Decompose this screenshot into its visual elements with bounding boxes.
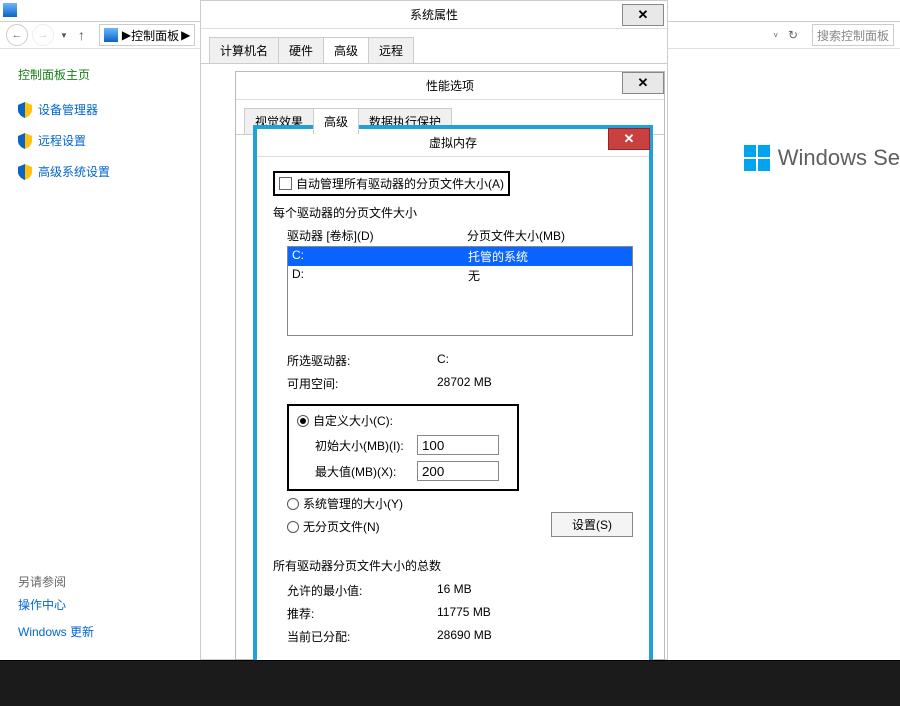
radio-custom-size[interactable]: 自定义大小(C): [297, 412, 509, 429]
checkbox-icon[interactable] [279, 177, 292, 190]
col-drive-label: 驱动器 [卷标](D) [287, 227, 467, 244]
system-managed-label: 系统管理的大小(Y) [303, 495, 403, 512]
drive-name: C: [292, 248, 468, 265]
window-icon [3, 3, 17, 17]
sidebar-item-label: 高级系统设置 [38, 163, 110, 180]
radio-icon[interactable] [287, 521, 299, 533]
up-button[interactable]: ↑ [74, 27, 89, 43]
control-panel-icon [104, 28, 118, 42]
dialog-title: 系统属性 [410, 6, 458, 23]
custom-size-label: 自定义大小(C): [313, 412, 393, 429]
breadcrumb-text: 控制面板 [131, 27, 179, 44]
auto-manage-label: 自动管理所有驱动器的分页文件大小(A) [296, 175, 504, 192]
tab-hardware[interactable]: 硬件 [278, 37, 324, 63]
address-dropdown-icon[interactable]: ˅ [771, 31, 780, 40]
custom-size-group: 自定义大小(C): 初始大小(MB)(I): 最大值(MB)(X): [287, 404, 519, 491]
drive-size: 托管的系统 [468, 248, 528, 265]
breadcrumb-arrow-icon: ▶ [181, 28, 190, 42]
dialog-titlebar: 系统属性 ✕ [201, 1, 667, 29]
dialog-title: 性能选项 [426, 77, 474, 94]
sidebar-item-windows-update[interactable]: Windows 更新 [18, 623, 94, 640]
radio-icon[interactable] [287, 498, 299, 510]
radio-no-paging[interactable]: 无分页文件(N) [287, 518, 551, 535]
no-paging-label: 无分页文件(N) [303, 518, 380, 535]
initial-size-input[interactable] [417, 435, 499, 455]
windows-branding: Windows Se [744, 145, 900, 171]
sidebar-title: 控制面板主页 [18, 66, 182, 83]
selected-drive-value: C: [437, 352, 449, 369]
breadcrumb[interactable]: ▶ 控制面板 ▶ [99, 24, 195, 46]
sidebar-item-label: 设备管理器 [38, 101, 98, 118]
max-size-label: 最大值(MB)(X): [297, 463, 417, 480]
sidebar-item-device-manager[interactable]: 设备管理器 [18, 101, 182, 118]
shield-icon [18, 102, 32, 118]
min-allowed-value: 16 MB [437, 582, 472, 599]
shield-icon [18, 164, 32, 180]
each-drive-group-label: 每个驱动器的分页文件大小 [273, 204, 633, 221]
search-input[interactable]: 搜索控制面板 [812, 24, 894, 46]
drive-list[interactable]: C: 托管的系统 D: 无 [287, 246, 633, 336]
drive-row[interactable]: C: 托管的系统 [288, 247, 632, 266]
sidebar-item-action-center[interactable]: 操作中心 [18, 596, 94, 613]
drive-size: 无 [468, 267, 480, 284]
close-button[interactable]: ✕ [608, 128, 650, 150]
available-space-label: 可用空间: [287, 375, 437, 392]
taskbar[interactable] [0, 660, 900, 706]
forward-button[interactable]: → [32, 24, 54, 46]
sidebar-item-remote-settings[interactable]: 远程设置 [18, 132, 182, 149]
virtual-memory-dialog: 虚拟内存 ✕ 自动管理所有驱动器的分页文件大小(A) 每个驱动器的分页文件大小 … [253, 125, 653, 706]
drive-name: D: [292, 267, 468, 284]
currently-allocated-value: 28690 MB [437, 628, 492, 645]
col-size-label: 分页文件大小(MB) [467, 227, 565, 244]
close-button[interactable]: ✕ [622, 72, 664, 94]
back-button[interactable]: ← [6, 24, 28, 46]
history-dropdown-icon[interactable]: ▼ [58, 31, 70, 40]
totals-group: 所有驱动器分页文件大小的总数 允许的最小值:16 MB 推荐:11775 MB … [273, 557, 633, 645]
sidebar-item-label: 远程设置 [38, 132, 86, 149]
drive-row[interactable]: D: 无 [288, 266, 632, 285]
min-allowed-label: 允许的最小值: [287, 582, 437, 599]
recommended-value: 11775 MB [437, 605, 491, 622]
tab-remote[interactable]: 远程 [368, 37, 414, 63]
max-size-input[interactable] [417, 461, 499, 481]
dialog-titlebar: 性能选项 ✕ [236, 72, 664, 100]
dialog-title: 虚拟内存 [429, 134, 477, 151]
set-button[interactable]: 设置(S) [551, 512, 633, 537]
shield-icon [18, 133, 32, 149]
sidebar-item-advanced-system[interactable]: 高级系统设置 [18, 163, 182, 180]
tab-advanced[interactable]: 高级 [313, 108, 359, 134]
windows-logo-icon [744, 145, 770, 171]
radio-system-managed[interactable]: 系统管理的大小(Y) [287, 495, 633, 512]
sidebar: 控制面板主页 设备管理器 远程设置 高级系统设置 另请参阅 操作中心 Windo… [0, 50, 200, 660]
auto-manage-checkbox-row[interactable]: 自动管理所有驱动器的分页文件大小(A) [273, 171, 510, 196]
tab-computer-name[interactable]: 计算机名 [209, 37, 279, 63]
refresh-icon[interactable]: ↻ [784, 26, 802, 44]
tab-advanced[interactable]: 高级 [323, 37, 369, 63]
tab-bar: 计算机名 硬件 高级 远程 [201, 29, 667, 64]
drive-list-header: 驱动器 [卷标](D) 分页文件大小(MB) [287, 227, 633, 244]
close-button[interactable]: ✕ [622, 4, 664, 26]
recommended-label: 推荐: [287, 605, 437, 622]
currently-allocated-label: 当前已分配: [287, 628, 437, 645]
available-space-value: 28702 MB [437, 375, 492, 392]
initial-size-label: 初始大小(MB)(I): [297, 437, 417, 454]
breadcrumb-arrow-icon: ▶ [122, 28, 131, 42]
radio-icon[interactable] [297, 415, 309, 427]
selected-drive-label: 所选驱动器: [287, 352, 437, 369]
dialog-body: 自动管理所有驱动器的分页文件大小(A) 每个驱动器的分页文件大小 驱动器 [卷标… [257, 157, 649, 702]
totals-group-label: 所有驱动器分页文件大小的总数 [273, 557, 633, 574]
branding-text: Windows Se [778, 145, 900, 171]
